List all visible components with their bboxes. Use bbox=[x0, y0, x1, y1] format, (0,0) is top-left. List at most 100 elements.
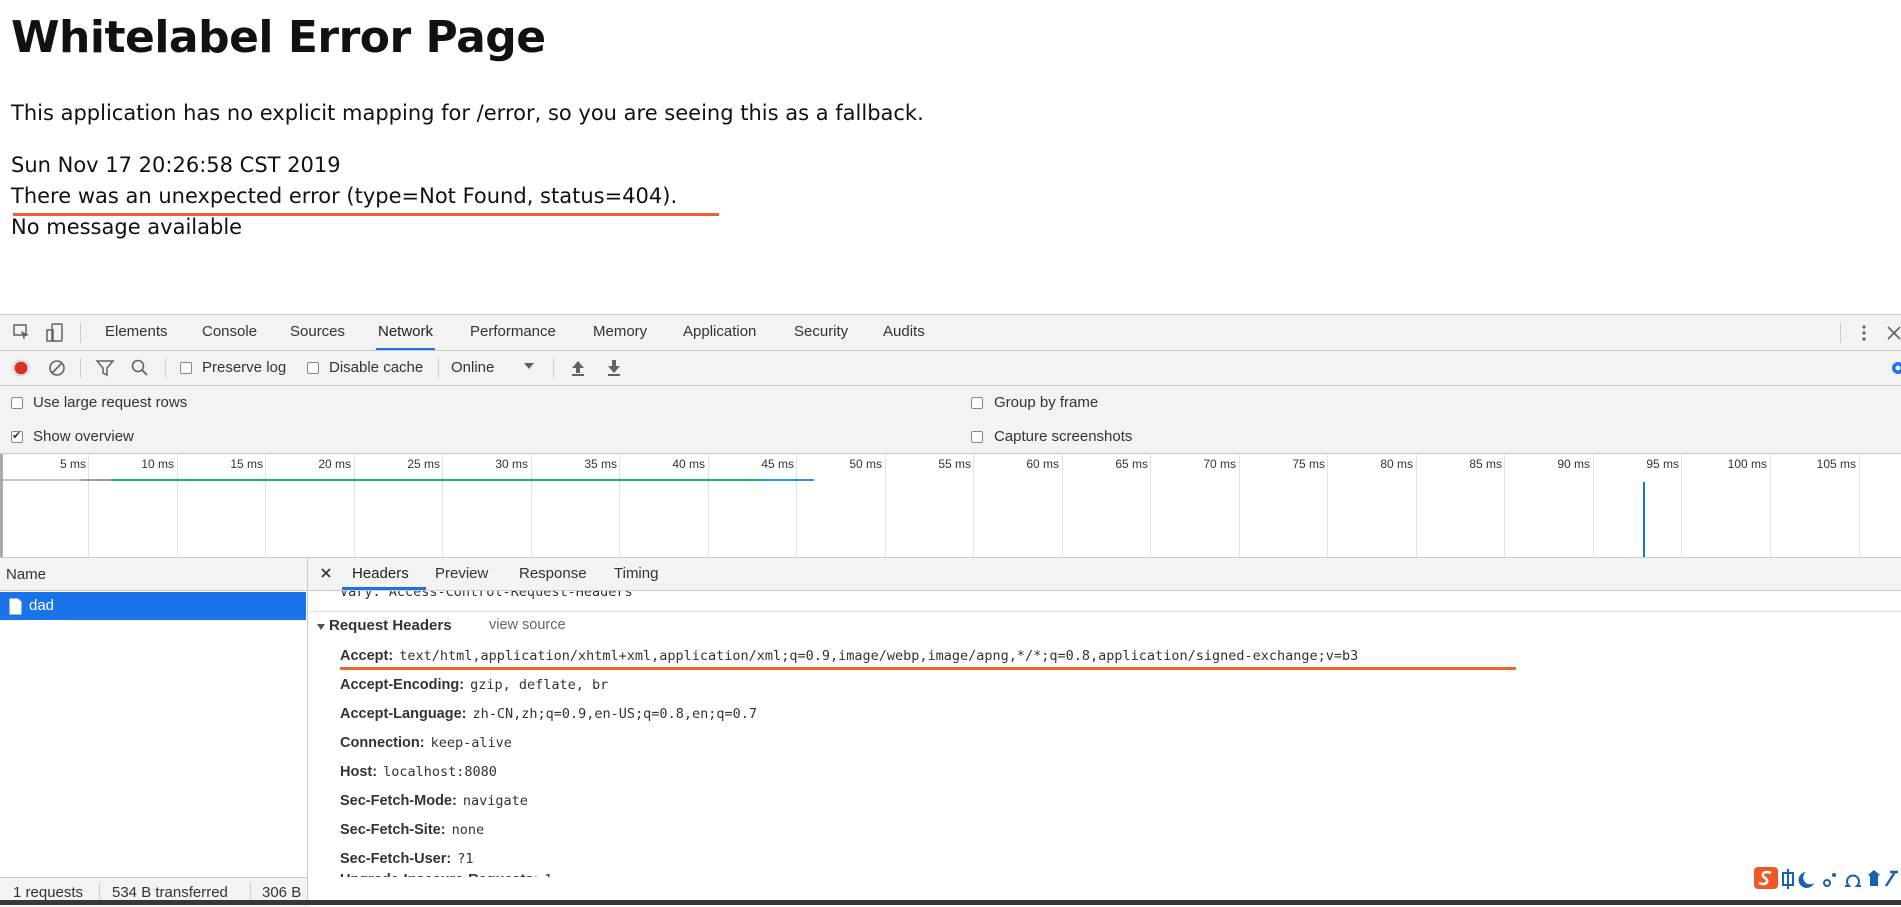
name-column-header[interactable]: Name bbox=[0, 558, 307, 591]
timeline-gridline bbox=[1681, 454, 1682, 557]
timeline-gridline bbox=[265, 454, 266, 557]
ime-toolbar[interactable] bbox=[1752, 866, 1901, 890]
tab-preview[interactable]: Preview bbox=[435, 558, 488, 590]
import-har-icon[interactable] bbox=[568, 358, 588, 378]
group-by-frame-checkbox[interactable] bbox=[971, 397, 983, 409]
tab-headers[interactable]: Headers bbox=[352, 558, 409, 590]
tab-audits[interactable]: Audits bbox=[881, 315, 927, 350]
status-divider bbox=[250, 883, 251, 901]
collapse-arrow-icon[interactable] bbox=[316, 620, 326, 639]
timeline-tick-label: 10 ms bbox=[141, 457, 174, 471]
request-bar-ttfb bbox=[111, 479, 758, 481]
timeline-tick-label: 85 ms bbox=[1469, 457, 1502, 471]
taskbar-edge bbox=[0, 900, 1901, 905]
timeline-tick-label: 90 ms bbox=[1557, 457, 1590, 471]
timeline-gridline bbox=[708, 454, 709, 557]
large-rows-label: Use large request rows bbox=[33, 394, 188, 411]
timeline-gridline bbox=[973, 454, 974, 557]
header-key: Sec-Fetch-Mode: bbox=[340, 793, 457, 809]
clear-icon[interactable] bbox=[47, 358, 67, 378]
error-timestamp: Sun Nov 17 20:26:58 CST 2019 bbox=[11, 153, 341, 177]
timeline-tick-label: 95 ms bbox=[1646, 457, 1679, 471]
tab-network[interactable]: Network bbox=[376, 315, 436, 350]
header-row-accept-language: Accept-Language: zh-CN,zh;q=0.9,en-US;q=0… bbox=[340, 706, 757, 722]
request-headers-title[interactable]: Request Headers bbox=[329, 617, 452, 634]
request-name: dad bbox=[29, 597, 55, 614]
highlight-underline bbox=[340, 667, 1516, 670]
header-row-sec-fetch-user: Sec-Fetch-User: ?1 bbox=[340, 851, 473, 867]
header-value: navigate bbox=[462, 793, 528, 809]
timeline-gridline bbox=[531, 454, 532, 557]
dropdown-arrow-icon[interactable] bbox=[522, 359, 542, 379]
tab-security[interactable]: Security bbox=[792, 315, 850, 350]
toolbar-divider bbox=[165, 358, 166, 378]
header-value: 1 bbox=[544, 872, 552, 877]
tab-response[interactable]: Response bbox=[519, 558, 587, 590]
tab-sources[interactable]: Sources bbox=[288, 315, 347, 350]
tab-timing[interactable]: Timing bbox=[614, 558, 658, 590]
document-icon bbox=[9, 598, 22, 620]
request-row[interactable]: dad bbox=[0, 592, 306, 620]
active-tab-indicator bbox=[342, 587, 426, 590]
toolbar-divider bbox=[438, 358, 439, 378]
device-toolbar-icon[interactable] bbox=[45, 323, 65, 343]
timeline-gridline bbox=[88, 454, 89, 557]
header-value: gzip, deflate, br bbox=[470, 677, 609, 693]
timeline-gridline bbox=[1770, 454, 1771, 557]
kebab-menu-icon[interactable] bbox=[1854, 323, 1874, 343]
timeline-gridline bbox=[1239, 454, 1240, 557]
throttling-select[interactable]: Online bbox=[451, 359, 494, 376]
timeline-tick-label: 80 ms bbox=[1380, 457, 1413, 471]
header-key: Accept-Encoding: bbox=[340, 677, 465, 693]
request-details-panel: Headers Preview Response Timing Vary: Ac… bbox=[308, 558, 1901, 906]
transferred-size: 534 B transferred bbox=[112, 884, 228, 901]
view-source-link[interactable]: view source bbox=[489, 617, 566, 633]
header-value: ?1 bbox=[457, 851, 474, 867]
header-key: Sec-Fetch-User: bbox=[340, 851, 452, 867]
request-bar-download bbox=[758, 479, 814, 481]
large-rows-checkbox[interactable] bbox=[11, 397, 23, 409]
settings-gear-icon[interactable] bbox=[1888, 358, 1901, 378]
search-icon[interactable] bbox=[130, 358, 150, 378]
header-key: Host: bbox=[340, 764, 378, 780]
header-key: Sec-Fetch-Site: bbox=[340, 822, 446, 838]
header-value: keep-alive bbox=[430, 735, 512, 751]
tab-console[interactable]: Console bbox=[200, 315, 259, 350]
error-message: No message available bbox=[11, 215, 243, 239]
request-bar-stalled bbox=[3, 479, 81, 481]
page-title: Whitelabel Error Page bbox=[11, 12, 546, 63]
network-overview-timeline[interactable]: 5 ms 10 ms 15 ms 20 ms 25 ms 30 ms 35 ms… bbox=[0, 454, 1901, 558]
export-har-icon[interactable] bbox=[604, 358, 624, 378]
record-icon[interactable] bbox=[11, 358, 31, 378]
close-details-icon[interactable] bbox=[319, 563, 333, 588]
error-status-text: There was an unexpected error (type=Not … bbox=[11, 184, 678, 208]
tab-application[interactable]: Application bbox=[681, 315, 758, 350]
timeline-gridline bbox=[1062, 454, 1063, 557]
timeline-tick-label: 35 ms bbox=[584, 457, 617, 471]
timeline-gridline bbox=[354, 454, 355, 557]
timeline-tick-label: 50 ms bbox=[849, 457, 882, 471]
tab-memory[interactable]: Memory bbox=[591, 315, 649, 350]
header-row-accept: Accept: text/html,application/xhtml+xml,a… bbox=[340, 648, 1358, 664]
header-row-upgrade-insecure-requests: Upgrade-Insecure-Requests: 1 bbox=[340, 872, 552, 877]
show-overview-checkbox[interactable] bbox=[11, 429, 23, 443]
timeline-left-handle[interactable] bbox=[0, 454, 3, 557]
header-value: localhost:8080 bbox=[383, 764, 497, 780]
header-key: Connection: bbox=[340, 735, 425, 751]
tab-performance[interactable]: Performance bbox=[468, 315, 558, 350]
timeline-gridline bbox=[1416, 454, 1417, 557]
header-value: text/html,application/xhtml+xml,applicat… bbox=[399, 648, 1359, 664]
preserve-log-checkbox[interactable] bbox=[180, 362, 192, 374]
capture-screenshots-checkbox[interactable] bbox=[971, 431, 983, 443]
inspect-element-icon[interactable] bbox=[12, 323, 32, 343]
disable-cache-checkbox[interactable] bbox=[307, 362, 319, 374]
tab-elements[interactable]: Elements bbox=[103, 315, 170, 350]
toolbar-divider bbox=[80, 323, 81, 343]
filter-icon[interactable] bbox=[95, 358, 115, 378]
header-key: Upgrade-Insecure-Requests: bbox=[340, 872, 538, 877]
timeline-tick-label: 70 ms bbox=[1203, 457, 1236, 471]
close-devtools-icon[interactable] bbox=[1884, 323, 1901, 343]
timeline-tick-label: 30 ms bbox=[495, 457, 528, 471]
capture-screenshots-label: Capture screenshots bbox=[994, 428, 1133, 445]
header-value: none bbox=[451, 822, 485, 838]
